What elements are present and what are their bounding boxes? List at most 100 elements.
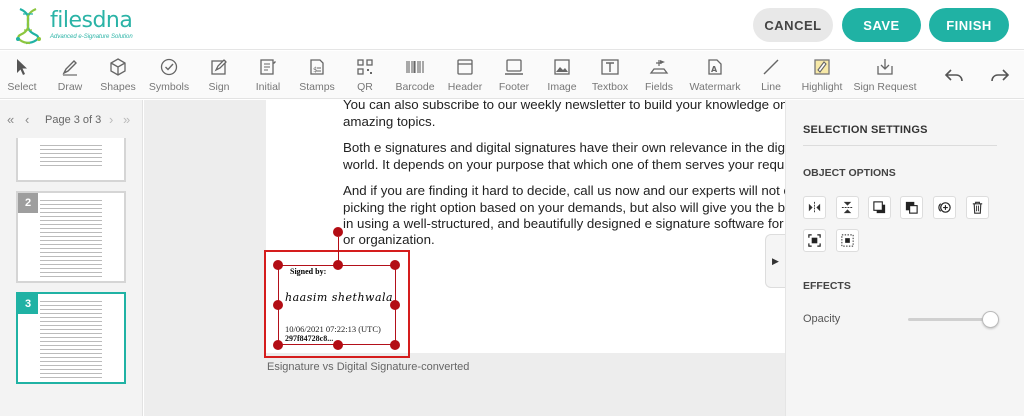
resize-handle-bottom-left[interactable] xyxy=(273,340,283,350)
next-page-icon[interactable]: › xyxy=(109,112,113,127)
document-text: or organization. xyxy=(343,232,435,247)
tool-footer[interactable]: Footer xyxy=(489,57,539,93)
resize-handle-bottom-right[interactable] xyxy=(390,340,400,350)
cursor-icon xyxy=(17,59,27,75)
tool-highlight[interactable]: Highlight xyxy=(797,57,847,93)
center-align-button[interactable] xyxy=(836,229,859,252)
bring-forward-button[interactable] xyxy=(868,196,891,219)
document-text: world. It depends on your purpose that w… xyxy=(343,157,785,172)
line-icon xyxy=(763,59,779,75)
flip-horizontal-icon xyxy=(808,201,821,214)
tool-label: QR xyxy=(357,81,373,93)
tool-image[interactable]: Image xyxy=(537,57,587,93)
fit-icon xyxy=(808,234,821,247)
flip-horizontal-button[interactable] xyxy=(803,196,826,219)
page-thumbnail-1[interactable] xyxy=(16,138,126,182)
document-text: picking the right option based on your d… xyxy=(343,200,785,215)
tool-stamps[interactable]: $ Stamps xyxy=(292,57,342,93)
document-text: amazing topics. xyxy=(343,114,436,129)
tool-line[interactable]: Line xyxy=(746,57,796,93)
tool-barcode[interactable]: Barcode xyxy=(390,57,440,93)
page-navigator: « ‹ Page 3 of 3 › » xyxy=(0,100,143,138)
trash-icon xyxy=(972,201,983,214)
tool-bar: Select Draw Shapes Symbols Sign Initial … xyxy=(0,51,1024,99)
cube-icon xyxy=(110,58,126,76)
resize-handle-bottom[interactable] xyxy=(333,340,343,350)
delete-button[interactable] xyxy=(966,196,989,219)
flip-vertical-button[interactable] xyxy=(836,196,859,219)
caret-right-icon: ▶ xyxy=(772,255,779,266)
document-canvas[interactable]: You can also subscribe to our weekly new… xyxy=(144,100,785,416)
tool-label: Sign xyxy=(208,81,230,93)
document-name: Esignature vs Digital Signature-converte… xyxy=(267,361,470,373)
tool-header[interactable]: Header xyxy=(440,57,490,93)
first-page-icon[interactable]: « xyxy=(7,112,14,127)
document-text: You can also subscribe to our weekly new… xyxy=(343,100,785,112)
duplicate-icon xyxy=(938,202,951,213)
watermark-icon: A xyxy=(708,59,722,75)
resize-handle-top[interactable] xyxy=(333,260,343,270)
opacity-slider-thumb[interactable] xyxy=(982,311,999,328)
finish-button[interactable]: FINISH xyxy=(929,8,1009,42)
cancel-button[interactable]: CANCEL xyxy=(753,8,833,42)
signature-timestamp: 10/06/2021 07:22:13 (UTC) xyxy=(285,324,381,334)
initial-icon xyxy=(260,59,276,75)
resize-handle-left[interactable] xyxy=(273,300,283,310)
check-circle-icon xyxy=(160,58,178,76)
fit-to-page-button[interactable] xyxy=(803,229,826,252)
tool-label: Fields xyxy=(644,81,673,93)
tool-label: Watermark xyxy=(689,81,741,93)
tool-symbols[interactable]: Symbols xyxy=(144,57,194,93)
object-options-heading: OBJECT OPTIONS xyxy=(803,167,896,179)
tool-label: Select xyxy=(7,81,37,93)
thumbnail-preview xyxy=(40,142,102,176)
tool-sign-request[interactable]: Sign Request xyxy=(853,57,917,93)
center-icon xyxy=(841,234,854,247)
save-button[interactable]: SAVE xyxy=(842,8,921,42)
page-thumbnail-2[interactable]: 2 xyxy=(16,191,126,283)
tool-label: Draw xyxy=(57,81,83,93)
sign-request-icon xyxy=(877,59,893,75)
tool-label: Sign Request xyxy=(853,81,917,93)
document-text: in using a well-structured, and beautifu… xyxy=(343,216,785,231)
undo-icon[interactable] xyxy=(942,63,966,87)
tool-draw[interactable]: Draw xyxy=(45,57,95,93)
panel-title: SELECTION SETTINGS xyxy=(803,124,928,136)
rotate-handle[interactable] xyxy=(333,227,343,237)
document-text: Both e signatures and digital signatures… xyxy=(343,140,785,155)
svg-text:A: A xyxy=(711,65,718,74)
resize-handle-top-right[interactable] xyxy=(390,260,400,270)
tool-initial[interactable]: Initial xyxy=(243,57,293,93)
panel-toggle-tab[interactable]: ▶ xyxy=(765,234,785,288)
resize-handle-top-left[interactable] xyxy=(273,260,283,270)
tool-qr[interactable]: QR xyxy=(340,57,390,93)
svg-text:$: $ xyxy=(313,66,317,74)
tool-label: Shapes xyxy=(100,81,136,93)
tool-watermark[interactable]: A Watermark xyxy=(690,57,740,93)
tool-sign[interactable]: Sign xyxy=(194,57,244,93)
thumbnail-preview xyxy=(40,197,102,277)
tool-label: Stamps xyxy=(299,81,335,93)
logo-tagline: Advanced e-Signature Solution xyxy=(50,34,133,40)
opacity-slider-track[interactable] xyxy=(908,318,992,321)
tool-shapes[interactable]: Shapes xyxy=(93,57,143,93)
selection-settings-panel: SELECTION SETTINGS OBJECT OPTIONS EFFECT… xyxy=(785,100,1024,416)
page-thumbnail-3[interactable]: 3 xyxy=(16,292,126,384)
image-icon xyxy=(554,59,570,75)
duplicate-button[interactable] xyxy=(933,196,956,219)
tool-select[interactable]: Select xyxy=(0,57,47,93)
tool-fields[interactable]: Fields xyxy=(634,57,684,93)
barcode-icon xyxy=(406,61,424,73)
tool-label: Footer xyxy=(498,81,530,93)
logo-name: filesdna xyxy=(50,8,133,33)
redo-icon[interactable] xyxy=(988,63,1012,87)
tool-textbox[interactable]: Textbox xyxy=(585,57,635,93)
app-logo[interactable]: filesdna Advanced e-Signature Solution xyxy=(12,4,133,46)
tool-label: Textbox xyxy=(591,81,629,93)
divider xyxy=(803,145,997,146)
last-page-icon[interactable]: » xyxy=(123,112,130,127)
opacity-label: Opacity xyxy=(803,313,841,325)
prev-page-icon[interactable]: ‹ xyxy=(25,112,29,127)
tool-label: Line xyxy=(761,81,781,93)
send-backward-button[interactable] xyxy=(900,196,923,219)
